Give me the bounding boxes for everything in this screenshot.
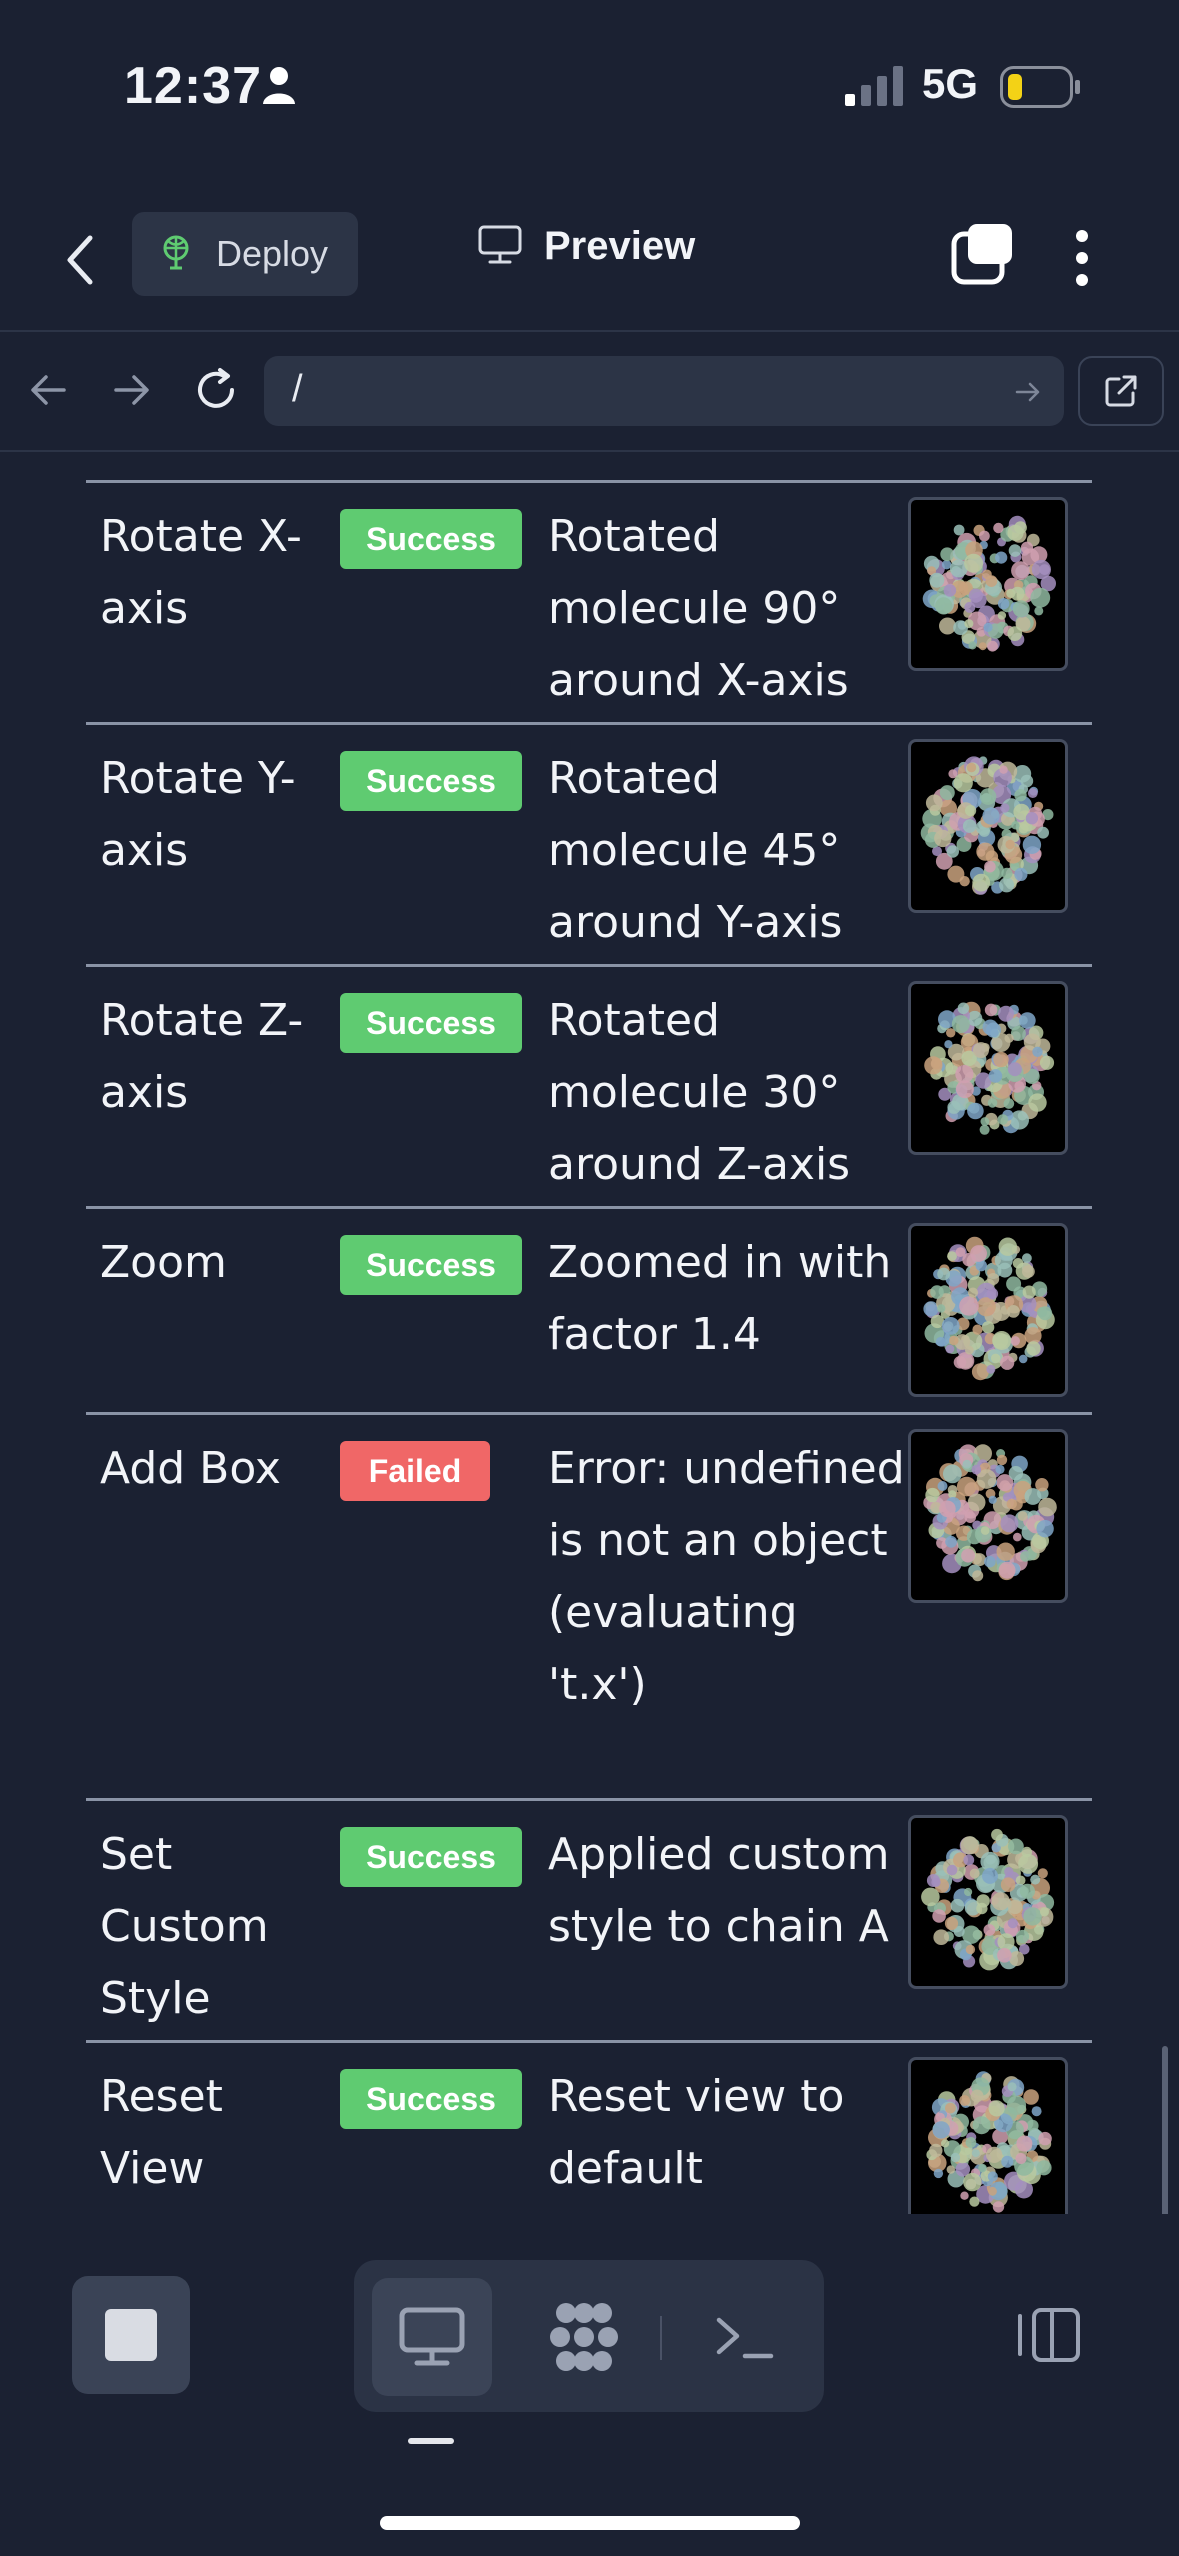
desktop-icon	[399, 2307, 465, 2366]
action-name: Rotate Y-axis	[100, 753, 296, 876]
home-indicator	[380, 2516, 800, 2530]
molecule-image	[920, 756, 1054, 895]
preview-label: Preview	[544, 224, 696, 268]
action-description: Applied custom style to chain A	[548, 1829, 890, 1952]
action-name: Set Custom Style	[100, 1829, 269, 2024]
battery-icon	[1000, 66, 1082, 112]
molecule-thumbnail	[908, 497, 1068, 671]
bottom-toolbar	[0, 2214, 1179, 2556]
action-name: Rotate Z-axis	[100, 995, 304, 1118]
status-badge: Success	[340, 1235, 522, 1295]
signal-icon	[845, 66, 907, 110]
results-table: Rotate X-axis Success Rotated molecule 9…	[86, 480, 1092, 2214]
segment-divider	[660, 2316, 662, 2360]
status-badge: Success	[340, 509, 522, 569]
action-description: Error: undefined is not an object (evalu…	[548, 1443, 905, 1710]
molecule-image	[924, 1001, 1055, 1135]
molecule-thumbnail	[908, 739, 1068, 913]
flower-icon	[550, 2303, 618, 2371]
molecule-image	[921, 1828, 1055, 1971]
molecule-thumbnail	[908, 981, 1068, 1155]
molecule-image	[922, 515, 1056, 652]
panel-icon[interactable]	[1010, 2306, 1084, 2368]
table-row: Rotate Z-axis Success Rotated molecule 3…	[86, 964, 1092, 1206]
url-path: /	[292, 368, 303, 410]
chevron-left-icon[interactable]	[60, 230, 110, 290]
molecule-image	[923, 1444, 1057, 1582]
action-description: Reset view to default	[548, 2071, 845, 2194]
status-badge: Success	[340, 993, 522, 1053]
status-badge: Success	[340, 751, 522, 811]
action-description: Rotated molecule 90° around X-axis	[548, 511, 849, 706]
status-badge: Success	[340, 2069, 522, 2129]
app-header: Deploy Preview	[0, 200, 1179, 332]
desktop-view-button[interactable]	[372, 2278, 492, 2396]
terminal-icon	[716, 2317, 774, 2359]
molecule-thumbnail	[908, 1429, 1068, 1603]
more-vertical-icon[interactable]	[1072, 228, 1092, 292]
table-row: Add Box Failed Error: undefined is not a…	[86, 1412, 1092, 1798]
table-row: Rotate Y-axis Success Rotated molecule 4…	[86, 722, 1092, 964]
url-bar: /	[0, 332, 1179, 452]
status-badge: Success	[340, 1827, 522, 1887]
molecule-thumbnail	[908, 1223, 1068, 1397]
table-row: Rotate X-axis Success Rotated molecule 9…	[86, 480, 1092, 722]
table-row: Zoom Success Zoomed in with factor 1.4	[86, 1206, 1092, 1412]
active-indicator	[408, 2438, 454, 2444]
action-name: Zoom	[100, 1237, 227, 1288]
action-description: Zoomed in with factor 1.4	[548, 1237, 892, 1360]
deploy-button[interactable]: Deploy	[132, 212, 358, 296]
action-description: Rotated molecule 30° around Z-axis	[548, 995, 851, 1190]
flower-view-button[interactable]	[524, 2278, 644, 2396]
reload-icon[interactable]	[192, 366, 240, 418]
table-row: Set Custom Style Success Applied custom …	[86, 1798, 1092, 2040]
arrow-left-icon[interactable]	[26, 368, 70, 416]
action-name: Reset View	[100, 2071, 223, 2194]
view-switcher	[354, 2260, 824, 2412]
preview-tab[interactable]: Preview	[478, 224, 695, 269]
molecule-image	[926, 2071, 1052, 2213]
stop-icon	[105, 2309, 157, 2361]
deploy-label: Deploy	[216, 233, 329, 274]
action-description: Rotated molecule 45° around Y-axis	[548, 753, 843, 948]
monitor-icon	[478, 225, 522, 269]
arrow-right-icon[interactable]	[110, 368, 154, 416]
status-bar: 12:37 5G	[0, 0, 1179, 170]
deploy-icon	[158, 234, 194, 274]
status-badge: Failed	[340, 1441, 490, 1501]
table-row: Reset View Success Reset view to default	[86, 2040, 1092, 2214]
network-label: 5G	[922, 60, 979, 107]
action-name: Rotate X-axis	[100, 511, 302, 634]
molecule-image	[923, 1236, 1055, 1381]
status-time: 12:37	[124, 57, 262, 115]
scrollbar[interactable]	[1162, 2046, 1168, 2214]
tabs-icon[interactable]	[950, 222, 1014, 290]
person-icon	[262, 66, 296, 108]
external-link-icon	[1105, 375, 1137, 407]
terminal-button[interactable]	[680, 2278, 810, 2396]
open-external-button[interactable]	[1078, 356, 1164, 426]
go-arrow-icon[interactable]	[1014, 378, 1042, 410]
preview-content: Rotate X-axis Success Rotated molecule 9…	[0, 452, 1179, 2214]
url-input[interactable]: /	[264, 356, 1064, 426]
action-name: Add Box	[100, 1443, 281, 1494]
stop-button[interactable]	[72, 2276, 190, 2394]
molecule-thumbnail	[908, 2057, 1068, 2214]
molecule-thumbnail	[908, 1815, 1068, 1989]
